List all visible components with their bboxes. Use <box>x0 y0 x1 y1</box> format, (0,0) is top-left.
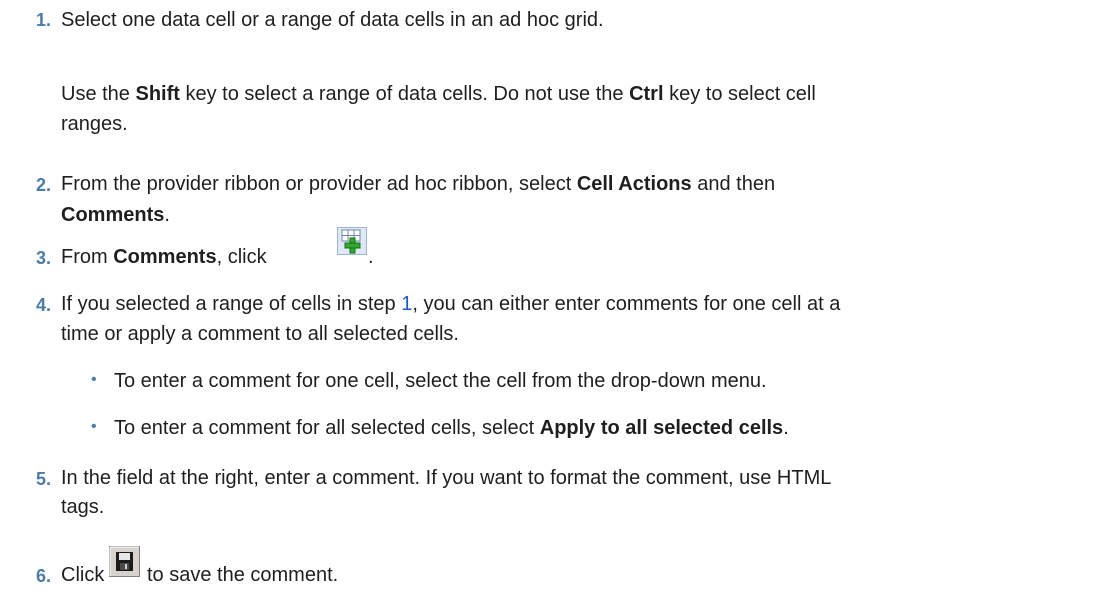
bullet-text: To enter a comment for all selected cell… <box>114 417 789 439</box>
procedure-steps: 1. Select one data cell or a range of da… <box>0 0 1110 598</box>
step-1-link[interactable]: 1 <box>401 293 412 315</box>
step-note: Use the Shift key to select a range of d… <box>61 83 816 105</box>
ctrl-key-label: Ctrl <box>629 83 664 105</box>
comments-label: Comments <box>61 204 165 226</box>
step-text-continued: to save the comment. <box>147 564 339 586</box>
step-number: 6. <box>36 566 52 586</box>
add-comment-icon[interactable] <box>337 227 367 255</box>
step-period: . <box>368 246 374 268</box>
bullet-marker: • <box>91 418 97 435</box>
step-text: From the provider ribbon or provider ad … <box>61 173 776 195</box>
cell-actions-label: Cell Actions <box>576 173 692 195</box>
step-text: Select one data cell or a range of data … <box>61 9 604 31</box>
step-note-continued: ranges. <box>61 113 128 135</box>
step-text-continued: tags. <box>61 496 105 518</box>
step-text-continued: time or apply a comment to all selected … <box>61 323 459 345</box>
bullet-marker: • <box>91 371 97 388</box>
step-number: 5. <box>36 469 52 489</box>
comments-label: Comments <box>113 246 217 268</box>
step-number: 2. <box>36 175 52 195</box>
step-text-continued: Comments. <box>61 204 170 226</box>
step-number: 4. <box>36 295 52 315</box>
step-number: 1. <box>36 10 52 30</box>
step-text: Click <box>61 564 105 586</box>
step-text: If you selected a range of cells in step… <box>61 293 841 315</box>
step-number: 3. <box>36 248 52 268</box>
step-text: From Comments, click <box>61 246 267 268</box>
save-icon[interactable] <box>109 546 140 577</box>
step-text: In the field at the right, enter a comme… <box>61 467 832 489</box>
bullet-text: To enter a comment for one cell, select … <box>114 370 767 392</box>
shift-key-label: Shift <box>135 83 180 105</box>
apply-all-label: Apply to all selected cells <box>539 417 784 439</box>
